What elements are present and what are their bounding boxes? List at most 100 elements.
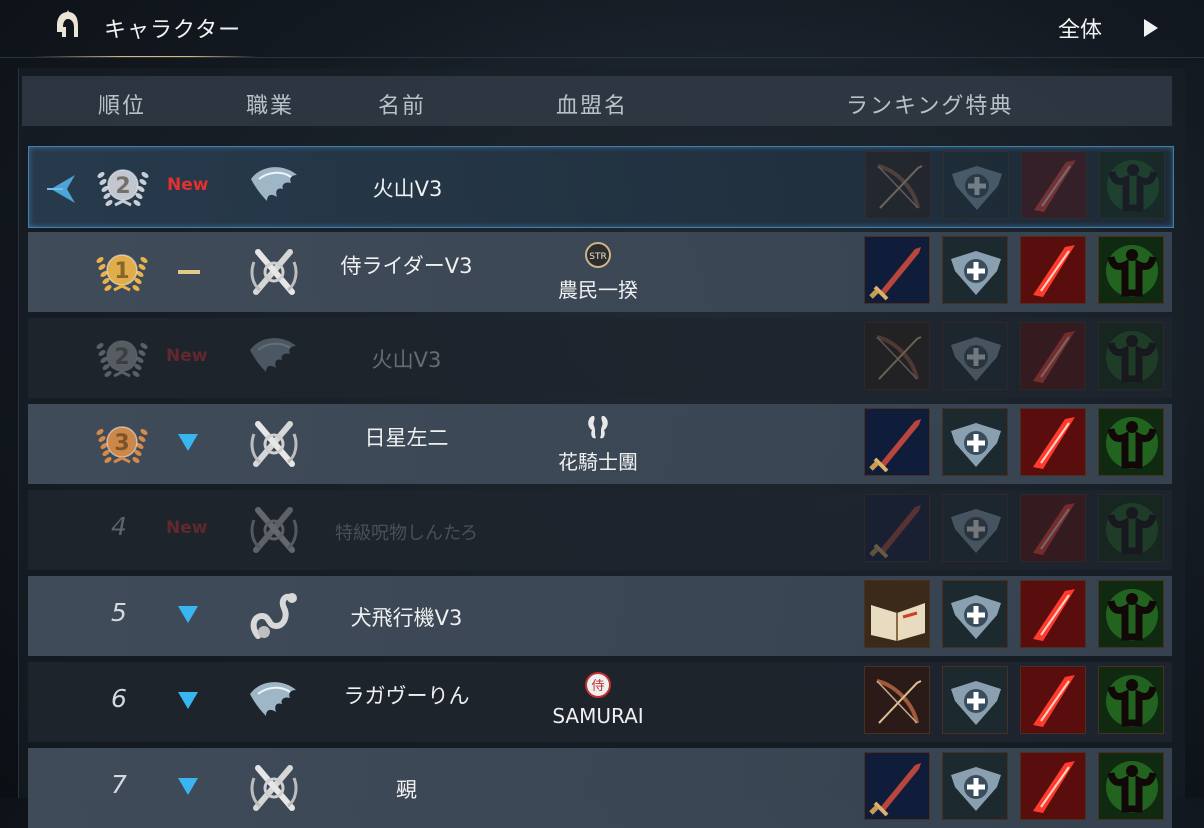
gold-medal-icon: 1 [94,246,150,298]
tab-label: キャラクター [104,18,242,43]
blade-icon[interactable] [1020,494,1086,562]
wing-icon [244,672,304,732]
player-name[interactable]: 覡 [304,774,509,804]
ranking-rewards [864,236,1168,306]
silver-medal-icon: 2 [94,332,150,384]
rank-number: 6 [111,684,127,713]
sword-icon[interactable] [864,408,930,476]
new-badge: New [166,346,208,366]
bow-icon[interactable] [864,322,930,390]
ranking-row[interactable]: 7覡 [28,748,1172,828]
ranking-row[interactable]: 3 日星左二 花騎士團 [28,404,1172,484]
shield-cross-icon[interactable] [942,752,1008,820]
ranking-row[interactable]: 1 侍ライダーV3 STR 農民一揆 [28,232,1172,312]
play-arrow-icon[interactable] [1140,16,1162,40]
ranking-row[interactable]: 2 New 火山V3 [28,318,1172,398]
dual-swords-icon [244,242,304,302]
bow-icon[interactable] [864,666,930,734]
shield-cross-icon[interactable] [942,322,1008,390]
rank-down-icon [178,434,198,451]
wing-icon [245,157,305,217]
ranking-rewards [865,151,1169,221]
clan-name[interactable]: 農民一揆 [518,274,678,303]
new-badge: New [167,175,209,195]
svg-text:1: 1 [114,259,129,284]
shield-cross-icon[interactable] [942,236,1008,304]
rank-number: 4 [111,512,127,541]
svg-text:侍: 侍 [591,679,604,694]
shield-cross-icon[interactable] [942,408,1008,476]
sword-icon[interactable] [864,236,930,304]
ranking-rewards [864,494,1168,564]
clan-name[interactable]: 花騎士團 [518,446,678,475]
blade-icon[interactable] [1020,236,1086,304]
ranking-rewards [864,322,1168,392]
rank-number: 7 [111,770,127,799]
book-icon[interactable] [864,580,930,648]
shield-cross-icon[interactable] [943,151,1009,219]
strength-icon[interactable] [1098,580,1164,648]
blade-icon[interactable] [1020,752,1086,820]
svg-text:2: 2 [114,345,129,370]
strength-icon[interactable] [1098,494,1164,562]
blade-icon[interactable] [1020,580,1086,648]
no-change-icon [178,270,200,274]
selection-arrow-icon [45,169,85,209]
rank-number: 5 [111,598,127,627]
header-reward: ランキング特典 [846,94,1014,119]
svg-text:2: 2 [115,174,130,199]
strength-icon[interactable] [1099,151,1165,219]
strength-icon[interactable] [1098,666,1164,734]
header-job: 職業 [246,94,295,119]
top-bar: キャラクター 全体 [0,0,1204,58]
strength-icon[interactable] [1098,236,1164,304]
player-name[interactable]: 火山V3 [304,344,509,374]
bow-icon[interactable] [865,151,931,219]
blade-icon[interactable] [1021,151,1087,219]
shield-cross-icon[interactable] [942,494,1008,562]
player-name[interactable]: 特級呪物しんたろ [304,519,509,545]
my-rank-row[interactable]: 2 New 火山V3 [28,146,1174,228]
player-name[interactable]: 日星左二 [304,422,509,452]
dual-swords-icon [244,414,304,474]
player-name[interactable]: 犬飛行機V3 [304,602,509,632]
wing-icon [244,328,304,388]
strength-icon[interactable] [1098,752,1164,820]
sword-icon[interactable] [864,752,930,820]
clan-emblem-icon: STR [580,240,616,270]
dual-swords-icon [244,758,304,818]
ranking-rewards [864,752,1168,822]
clan-name[interactable]: SAMURAI [518,704,678,728]
svg-text:STR: STR [589,252,606,262]
seahorse-emblem-icon [580,412,616,442]
header-name: 名前 [378,94,427,119]
new-badge: New [166,518,208,538]
shield-cross-icon[interactable] [942,580,1008,648]
sword-icon[interactable] [864,494,930,562]
bronze-medal-icon: 3 [94,418,150,470]
ranking-row[interactable]: 5 犬飛行機V3 [28,576,1172,656]
ranking-rewards [864,408,1168,478]
svg-text:3: 3 [114,431,129,456]
header-clan: 血盟名 [556,94,629,119]
scope-label[interactable]: 全体 [1058,12,1102,44]
silver-medal-icon: 2 [95,161,151,213]
divider [0,57,1204,58]
helmet-icon [57,10,78,37]
blade-icon[interactable] [1020,322,1086,390]
serpent-icon [244,586,304,646]
blade-icon[interactable] [1020,408,1086,476]
header-rank: 順位 [98,94,147,119]
player-name[interactable]: 侍ライダーV3 [304,250,509,280]
ranking-rewards [864,580,1168,650]
ranking-row[interactable]: 4 New 特級呪物しんたろ [28,490,1172,570]
rank-down-icon [178,606,198,623]
ranking-row[interactable]: 6 ラガヴーりん 侍 SAMURAI [28,662,1172,742]
strength-icon[interactable] [1098,322,1164,390]
player-name[interactable]: 火山V3 [305,173,510,203]
rank-down-icon [178,692,198,709]
strength-icon[interactable] [1098,408,1164,476]
shield-cross-icon[interactable] [942,666,1008,734]
player-name[interactable]: ラガヴーりん [304,680,509,710]
blade-icon[interactable] [1020,666,1086,734]
